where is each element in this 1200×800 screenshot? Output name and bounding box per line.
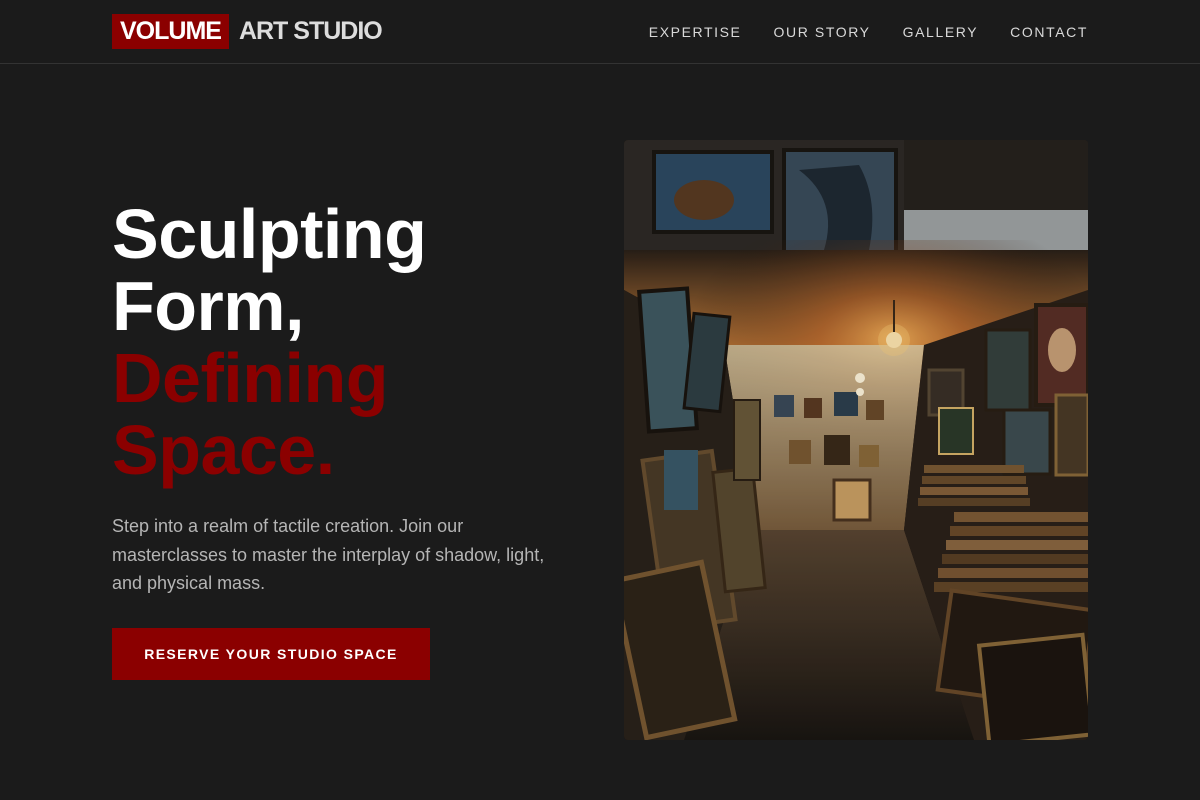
- reserve-studio-button[interactable]: RESERVE YOUR STUDIO SPACE: [112, 628, 430, 680]
- main-nav: EXPERTISE OUR STORY GALLERY CONTACT: [649, 22, 1088, 42]
- hero-image: [624, 140, 1088, 740]
- nav-link-contact[interactable]: CONTACT: [1010, 22, 1088, 42]
- hero-title: Sculpting Form, Defining Space.: [112, 195, 427, 489]
- nav-link-expertise[interactable]: EXPERTISE: [649, 22, 742, 42]
- hero-title-accent-line-1: Defining: [112, 339, 388, 417]
- nav-link-gallery[interactable]: GALLERY: [903, 22, 979, 42]
- logo[interactable]: VOLUME ART STUDIO: [112, 14, 383, 49]
- hero-description: Step into a realm of tactile creation. J…: [112, 516, 545, 593]
- nav-link-our-story[interactable]: OUR STORY: [774, 22, 871, 42]
- hero-title-line-1: Sculpting: [112, 195, 427, 273]
- art-gallery-corridor-image: [624, 140, 1088, 740]
- logo-badge: VOLUME: [112, 14, 229, 49]
- site-header: VOLUME ART STUDIO EXPERTISE OUR STORY GA…: [0, 0, 1200, 64]
- logo-text: ART STUDIO: [238, 17, 383, 45]
- hero-title-line-2: Form,: [112, 267, 304, 345]
- hero-title-accent-line-2: Space.: [112, 411, 335, 489]
